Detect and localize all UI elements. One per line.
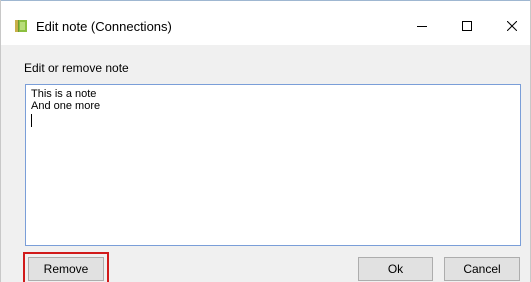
notebook-icon [14,19,28,33]
cancel-button[interactable]: Cancel [444,257,520,281]
ok-button[interactable]: Ok [358,257,433,281]
remove-button-highlight [23,252,109,282]
note-textarea[interactable]: This is a note And one more [25,84,521,246]
maximize-button[interactable] [444,13,490,41]
text-caret [31,114,32,127]
section-label: Edit or remove note [24,61,129,75]
close-button[interactable] [489,13,531,41]
minimize-icon [417,20,427,34]
maximize-icon [462,20,472,34]
close-icon [506,20,518,34]
title-bar[interactable]: Edit note (Connections) [1,1,530,45]
window-title: Edit note (Connections) [36,19,172,34]
minimize-button[interactable] [399,13,445,41]
